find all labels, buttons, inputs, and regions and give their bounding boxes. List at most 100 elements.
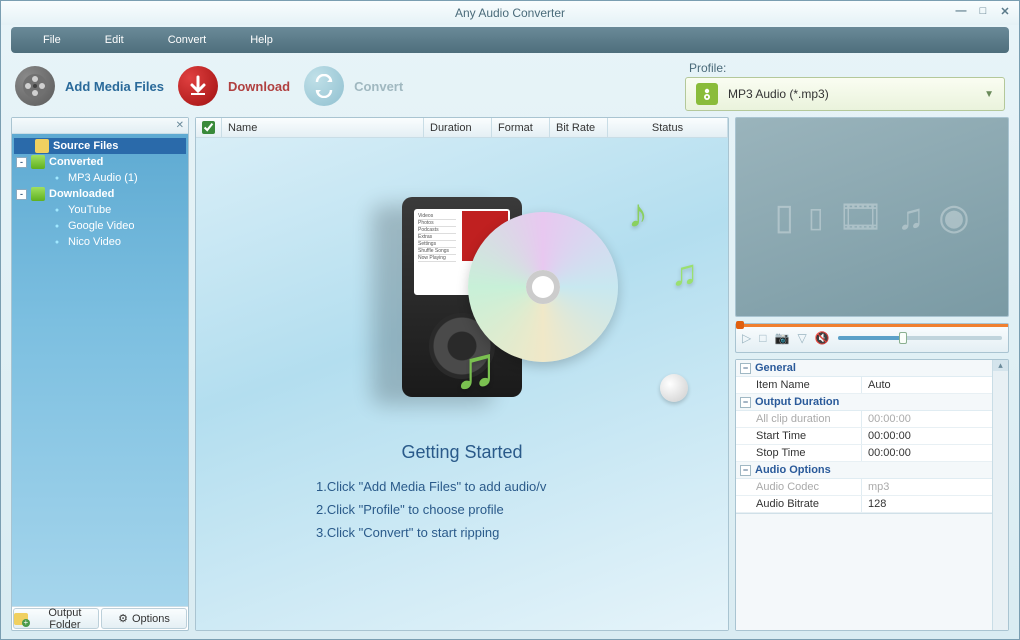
welcome-illustration: VideosPhotosPodcastsExtrasSettingsShuffl… [196, 162, 728, 432]
source-tree[interactable]: Source Files - Converted MP3 Audio (1) - Down… [12, 134, 188, 606]
tree-item-youtube[interactable]: YouTube [14, 202, 186, 218]
toolbar: Add Media Files Download Convert Profile… [1, 55, 1019, 117]
seek-bar[interactable] [736, 324, 1008, 327]
sidebar-close-icon[interactable]: ✕ [176, 120, 184, 131]
prop-val[interactable]: 00:00:00 [862, 428, 992, 444]
menu-convert[interactable]: Convert [146, 27, 229, 53]
menubar: File Edit Convert Help [11, 27, 1009, 53]
folder-icon [35, 139, 49, 153]
list-header: Name Duration Format Bit Rate Status [196, 118, 728, 138]
close-button[interactable]: ✕ [997, 4, 1013, 18]
tree-toggle-icon[interactable]: - [16, 189, 27, 200]
profile-area: Profile: MP3 Audio (*.mp3) ▼ [685, 61, 1005, 111]
prop-val: mp3 [862, 479, 992, 495]
section-general-label: General [755, 362, 796, 374]
prop-stop-time[interactable]: Stop Time00:00:00 [736, 445, 992, 462]
app-window: Any Audio Converter — □ ✕ File Edit Conv… [0, 0, 1020, 640]
folder-green-icon [31, 155, 45, 169]
options-button[interactable]: ⚙ Options [101, 608, 187, 629]
section-output-label: Output Duration [755, 396, 839, 408]
output-folder-button[interactable]: + Output Folder [13, 608, 99, 629]
profile-selected-text: MP3 Audio (*.mp3) [728, 87, 984, 101]
properties-scrollbar[interactable] [992, 360, 1008, 630]
prop-val[interactable]: Auto [862, 377, 992, 393]
download-button[interactable]: Download [178, 66, 290, 106]
volume-fill [838, 336, 904, 340]
prop-audio-bitrate[interactable]: Audio Bitrate128 [736, 496, 992, 513]
menu-edit[interactable]: Edit [83, 27, 146, 53]
header-status[interactable]: Status [608, 118, 728, 137]
minimize-button[interactable]: — [953, 4, 969, 18]
file-list-panel: Name Duration Format Bit Rate Status Vid… [195, 117, 729, 631]
convert-label: Convert [354, 79, 403, 94]
tree-item-mp3-audio-1-[interactable]: MP3 Audio (1) [14, 170, 186, 186]
film-ghost-icon: 🎞 [838, 196, 884, 238]
prop-val[interactable]: 00:00:00 [862, 445, 992, 461]
chevron-down-icon: ▼ [984, 89, 994, 100]
prop-audio-codec: Audio Codecmp3 [736, 479, 992, 496]
dot-icon [50, 203, 64, 217]
add-media-files-button[interactable]: Add Media Files [15, 66, 164, 106]
prop-start-time[interactable]: Start Time00:00:00 [736, 428, 992, 445]
preview-pane: ▯ ▯ 🎞 ♫ ◉ [735, 117, 1009, 317]
prop-key: Item Name [736, 377, 862, 393]
snapshot-menu-icon[interactable]: ▽ [797, 331, 806, 345]
collapse-icon[interactable]: − [740, 363, 751, 374]
menu-help[interactable]: Help [228, 27, 295, 53]
play-icon[interactable]: ▷ [742, 331, 751, 345]
header-name[interactable]: Name [222, 118, 424, 137]
header-checkbox-cell[interactable] [196, 118, 222, 137]
volume-icon[interactable]: 🔇 [815, 331, 830, 345]
player-controls: ▷ □ 📷 ▽ 🔇 [735, 323, 1009, 353]
sidebar: ✕ Source Files - Converted MP3 Audio (1) - Do… [11, 117, 189, 631]
properties-description [736, 513, 992, 630]
dot-icon [50, 219, 64, 233]
profile-select[interactable]: MP3 Audio (*.mp3) ▼ [685, 77, 1005, 111]
header-format[interactable]: Format [492, 118, 550, 137]
volume-slider[interactable] [838, 336, 1002, 340]
select-all-checkbox[interactable] [202, 121, 215, 134]
options-label: Options [132, 613, 170, 625]
phone-ghost-icon: ▯ [774, 196, 794, 238]
music-note-icon: ♫ [453, 333, 498, 402]
section-output-duration[interactable]: −Output Duration [736, 394, 992, 411]
section-audio-options[interactable]: −Audio Options [736, 462, 992, 479]
convert-button[interactable]: Convert [304, 66, 403, 106]
tree-item-label: MP3 Audio (1) [68, 172, 138, 184]
prop-key: Stop Time [736, 445, 862, 461]
prop-key: All clip duration [736, 411, 862, 427]
download-arrow-icon [178, 66, 218, 106]
section-audio-label: Audio Options [755, 464, 831, 476]
tree-item-label: Google Video [68, 220, 134, 232]
volume-thumb[interactable] [899, 332, 907, 344]
tree-item-label: Downloaded [49, 188, 114, 200]
section-general[interactable]: −General [736, 360, 992, 377]
music-note-icon: ♫ [671, 252, 698, 294]
tree-item-google-video[interactable]: Google Video [14, 218, 186, 234]
convert-arrows-icon [304, 66, 344, 106]
prop-val[interactable]: 128 [862, 496, 992, 512]
menu-file[interactable]: File [21, 27, 83, 53]
stop-icon[interactable]: □ [759, 331, 766, 345]
tree-item-label: Converted [49, 156, 103, 168]
tree-item-nico-video[interactable]: Nico Video [14, 234, 186, 250]
maximize-button[interactable]: □ [975, 4, 991, 18]
collapse-icon[interactable]: − [740, 465, 751, 476]
properties-panel: −General Item NameAuto −Output Duration … [735, 359, 1009, 631]
note-ghost-icon: ♫ [897, 196, 924, 238]
collapse-icon[interactable]: − [740, 397, 751, 408]
gear-icon: ⚙ [118, 612, 128, 625]
header-duration[interactable]: Duration [424, 118, 492, 137]
music-note-icon: ♪ [628, 192, 648, 237]
tree-item-label: YouTube [68, 204, 111, 216]
snapshot-icon[interactable]: 📷 [774, 331, 789, 345]
window-title: Any Audio Converter [455, 6, 565, 20]
tree-item-converted[interactable]: - Converted [14, 154, 186, 170]
ipod-ghost-icon: ▯ [808, 201, 823, 234]
header-bitrate[interactable]: Bit Rate [550, 118, 608, 137]
prop-item-name[interactable]: Item NameAuto [736, 377, 992, 394]
getting-started-step1: 1.Click "Add Media Files" to add audio/v [316, 479, 728, 494]
tree-toggle-icon[interactable]: - [16, 157, 27, 168]
tree-item-source-files[interactable]: Source Files [14, 138, 186, 154]
tree-item-downloaded[interactable]: - Downloaded [14, 186, 186, 202]
